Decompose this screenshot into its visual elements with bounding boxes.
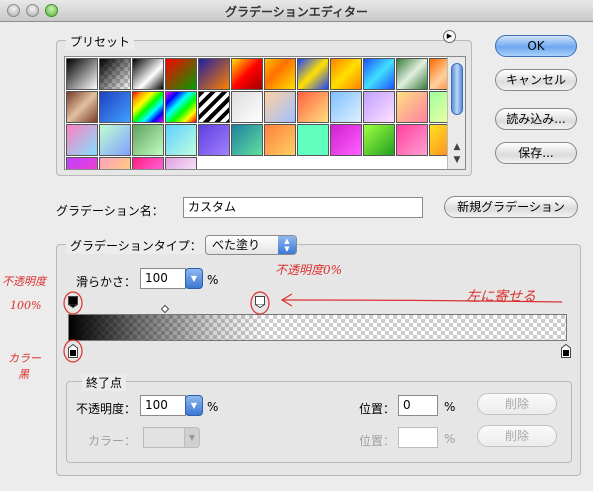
popup-arrows-icon: ▲ ▼ <box>278 236 296 254</box>
preset-swatch[interactable] <box>231 91 263 123</box>
preset-swatch[interactable] <box>330 91 362 123</box>
preset-swatch[interactable] <box>165 157 197 169</box>
opacity-location-label: 位置： <box>359 402 396 416</box>
preset-swatch[interactable] <box>99 58 131 90</box>
preset-swatch[interactable] <box>396 124 428 156</box>
cancel-button[interactable]: キャンセル <box>495 69 577 91</box>
color-dropdown-icon[interactable]: ▼ <box>184 427 200 448</box>
color-delete-button[interactable]: 削除 <box>477 425 557 447</box>
preset-swatch[interactable] <box>297 58 329 90</box>
opacity-dropdown-icon[interactable]: ▼ <box>185 395 203 416</box>
gradient-type-label: グラデーションタイプ： <box>66 237 206 254</box>
preset-swatch[interactable] <box>66 124 98 156</box>
scroll-thumb[interactable] <box>451 63 463 115</box>
scroll-up-arrow-icon[interactable]: ▲ <box>451 141 463 153</box>
preset-swatch[interactable] <box>66 58 98 90</box>
preset-swatch[interactable] <box>66 91 98 123</box>
preset-swatch[interactable] <box>99 157 131 169</box>
save-button[interactable]: 保存... <box>495 142 577 164</box>
opacity-field[interactable]: 100 <box>140 395 186 416</box>
preset-swatch[interactable] <box>198 124 230 156</box>
annotation-opacity-zero: 不透明度0% <box>275 263 343 277</box>
color-swatch-picker[interactable] <box>143 427 185 448</box>
opacity-stop-left[interactable] <box>68 296 78 308</box>
preset-swatch[interactable] <box>396 91 428 123</box>
color-stop-right[interactable] <box>561 344 571 358</box>
annotation-color-line2: 黒 <box>18 368 29 381</box>
opacity-location-percent: % <box>444 400 456 414</box>
preset-swatch[interactable] <box>132 157 164 169</box>
preset-swatch[interactable] <box>297 124 329 156</box>
preset-swatch[interactable] <box>264 58 296 90</box>
triangle-menu-icon[interactable]: ▶ <box>443 30 456 43</box>
presets-label: プリセット <box>66 33 135 50</box>
preset-swatch[interactable] <box>264 91 296 123</box>
smoothness-percent: % <box>207 273 219 287</box>
title-bar: グラデーションエディター <box>0 0 593 22</box>
preset-swatch[interactable] <box>165 124 197 156</box>
preset-swatch[interactable] <box>99 124 131 156</box>
opacity-location-field[interactable]: 0 <box>398 395 438 416</box>
color-location-label: 位置： <box>359 434 396 448</box>
preset-swatch[interactable] <box>198 58 230 90</box>
preset-swatch[interactable] <box>99 91 131 123</box>
smoothness-dropdown-icon[interactable]: ▼ <box>185 268 203 289</box>
gradient-preview-bar[interactable] <box>68 314 567 341</box>
color-location-field[interactable] <box>398 427 438 448</box>
annotation-move-left: 左に寄せる <box>466 289 536 305</box>
color-location-percent: % <box>444 432 456 446</box>
preset-swatch[interactable] <box>363 91 395 123</box>
preset-swatch[interactable] <box>132 58 164 90</box>
window-title: グラデーションエディター <box>225 5 368 19</box>
annotation-opacity-100-line1: 不透明度 <box>2 275 46 288</box>
preset-swatch-grid <box>64 56 466 170</box>
preset-swatch[interactable] <box>297 91 329 123</box>
opacity-label: 不透明度： <box>76 402 137 416</box>
gradient-name-field[interactable]: カスタム <box>183 197 423 218</box>
preset-swatch[interactable] <box>330 58 362 90</box>
preset-swatch[interactable] <box>231 58 263 90</box>
preset-swatch[interactable] <box>396 58 428 90</box>
opacity-delete-button[interactable]: 削除 <box>477 393 557 415</box>
preset-swatch[interactable] <box>132 91 164 123</box>
opacity-percent: % <box>207 400 219 414</box>
ok-button[interactable]: OK <box>495 35 577 57</box>
preset-swatch[interactable] <box>165 91 197 123</box>
color-label: カラー： <box>88 434 137 448</box>
stops-label: 終了点 <box>82 374 127 391</box>
gradient-name-label: グラデーション名： <box>56 204 164 218</box>
load-button[interactable]: 読み込み... <box>495 108 577 130</box>
opacity-stop-right[interactable] <box>255 296 265 308</box>
smoothness-label: 滑らかさ： <box>76 275 137 289</box>
smoothness-field[interactable]: 100 <box>140 268 186 289</box>
preset-swatch[interactable] <box>363 58 395 90</box>
preset-scrollbar[interactable]: ▲ ▼ <box>447 57 465 169</box>
preset-swatch[interactable] <box>330 124 362 156</box>
color-stop-left[interactable] <box>68 344 78 358</box>
annotation-opacity-100-line2: 100% <box>10 299 42 312</box>
scroll-down-arrow-icon[interactable]: ▼ <box>451 154 463 166</box>
preset-swatch[interactable] <box>198 91 230 123</box>
preset-swatch[interactable] <box>66 157 98 169</box>
preset-swatch[interactable] <box>132 124 164 156</box>
preset-swatch[interactable] <box>165 58 197 90</box>
gradient-type-value: べた塗り <box>212 238 261 252</box>
annotation-color-line1: カラー <box>8 352 41 365</box>
new-gradient-button[interactable]: 新規グラデーション <box>444 196 578 218</box>
preset-swatch[interactable] <box>231 124 263 156</box>
preset-swatch[interactable] <box>264 124 296 156</box>
gradient-type-popup[interactable]: べた塗り ▲ ▼ <box>205 235 297 255</box>
preset-swatch[interactable] <box>363 124 395 156</box>
gradient-fill <box>69 315 566 340</box>
gradient-editor-window: グラデーションエディター プリセット ▶ ▲ ▼ OK キャンセル 読み込み..… <box>0 0 593 491</box>
